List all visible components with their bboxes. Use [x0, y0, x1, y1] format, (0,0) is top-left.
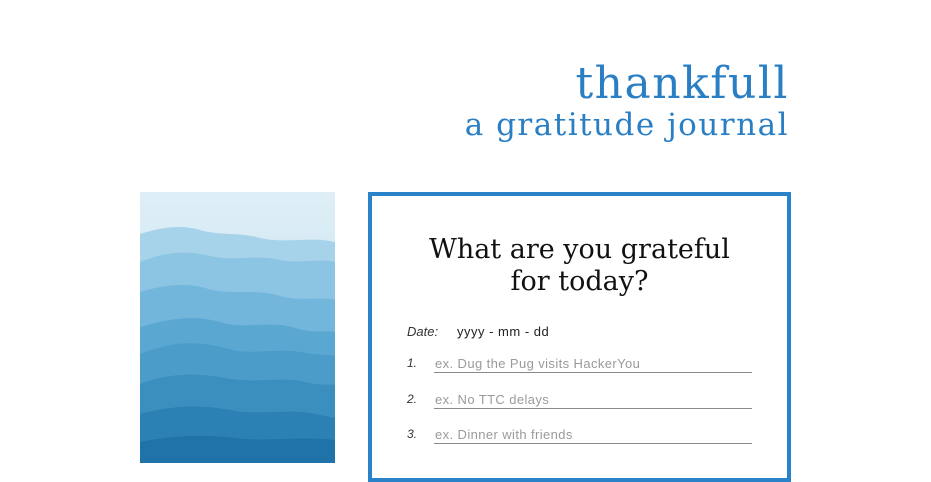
gratitude-entry-1: 1.: [407, 356, 752, 373]
entry-number: 3.: [407, 427, 418, 441]
date-input[interactable]: [457, 324, 607, 339]
app-title: thankfull: [575, 58, 789, 109]
journal-form-card: What are you gratefulfor today? Date: 1.…: [368, 192, 791, 482]
entry-number: 2.: [407, 392, 418, 406]
gratitude-entry-3: 3.: [407, 427, 752, 444]
gratitude-entry-2: 2.: [407, 392, 752, 409]
entry-number: 1.: [407, 356, 418, 370]
gratitude-input-1[interactable]: [434, 356, 752, 373]
gratitude-input-3[interactable]: [434, 427, 752, 444]
mountain-image: [140, 192, 335, 463]
date-label: Date:: [407, 324, 439, 339]
date-row: Date:: [407, 324, 607, 339]
gratitude-input-2[interactable]: [434, 392, 752, 409]
app-header: thankfull a gratitude journal: [465, 58, 789, 144]
mountain-illustration: [140, 192, 335, 463]
app-subtitle: a gratitude journal: [464, 106, 789, 143]
form-heading: What are you grateful for today?: [429, 234, 730, 297]
